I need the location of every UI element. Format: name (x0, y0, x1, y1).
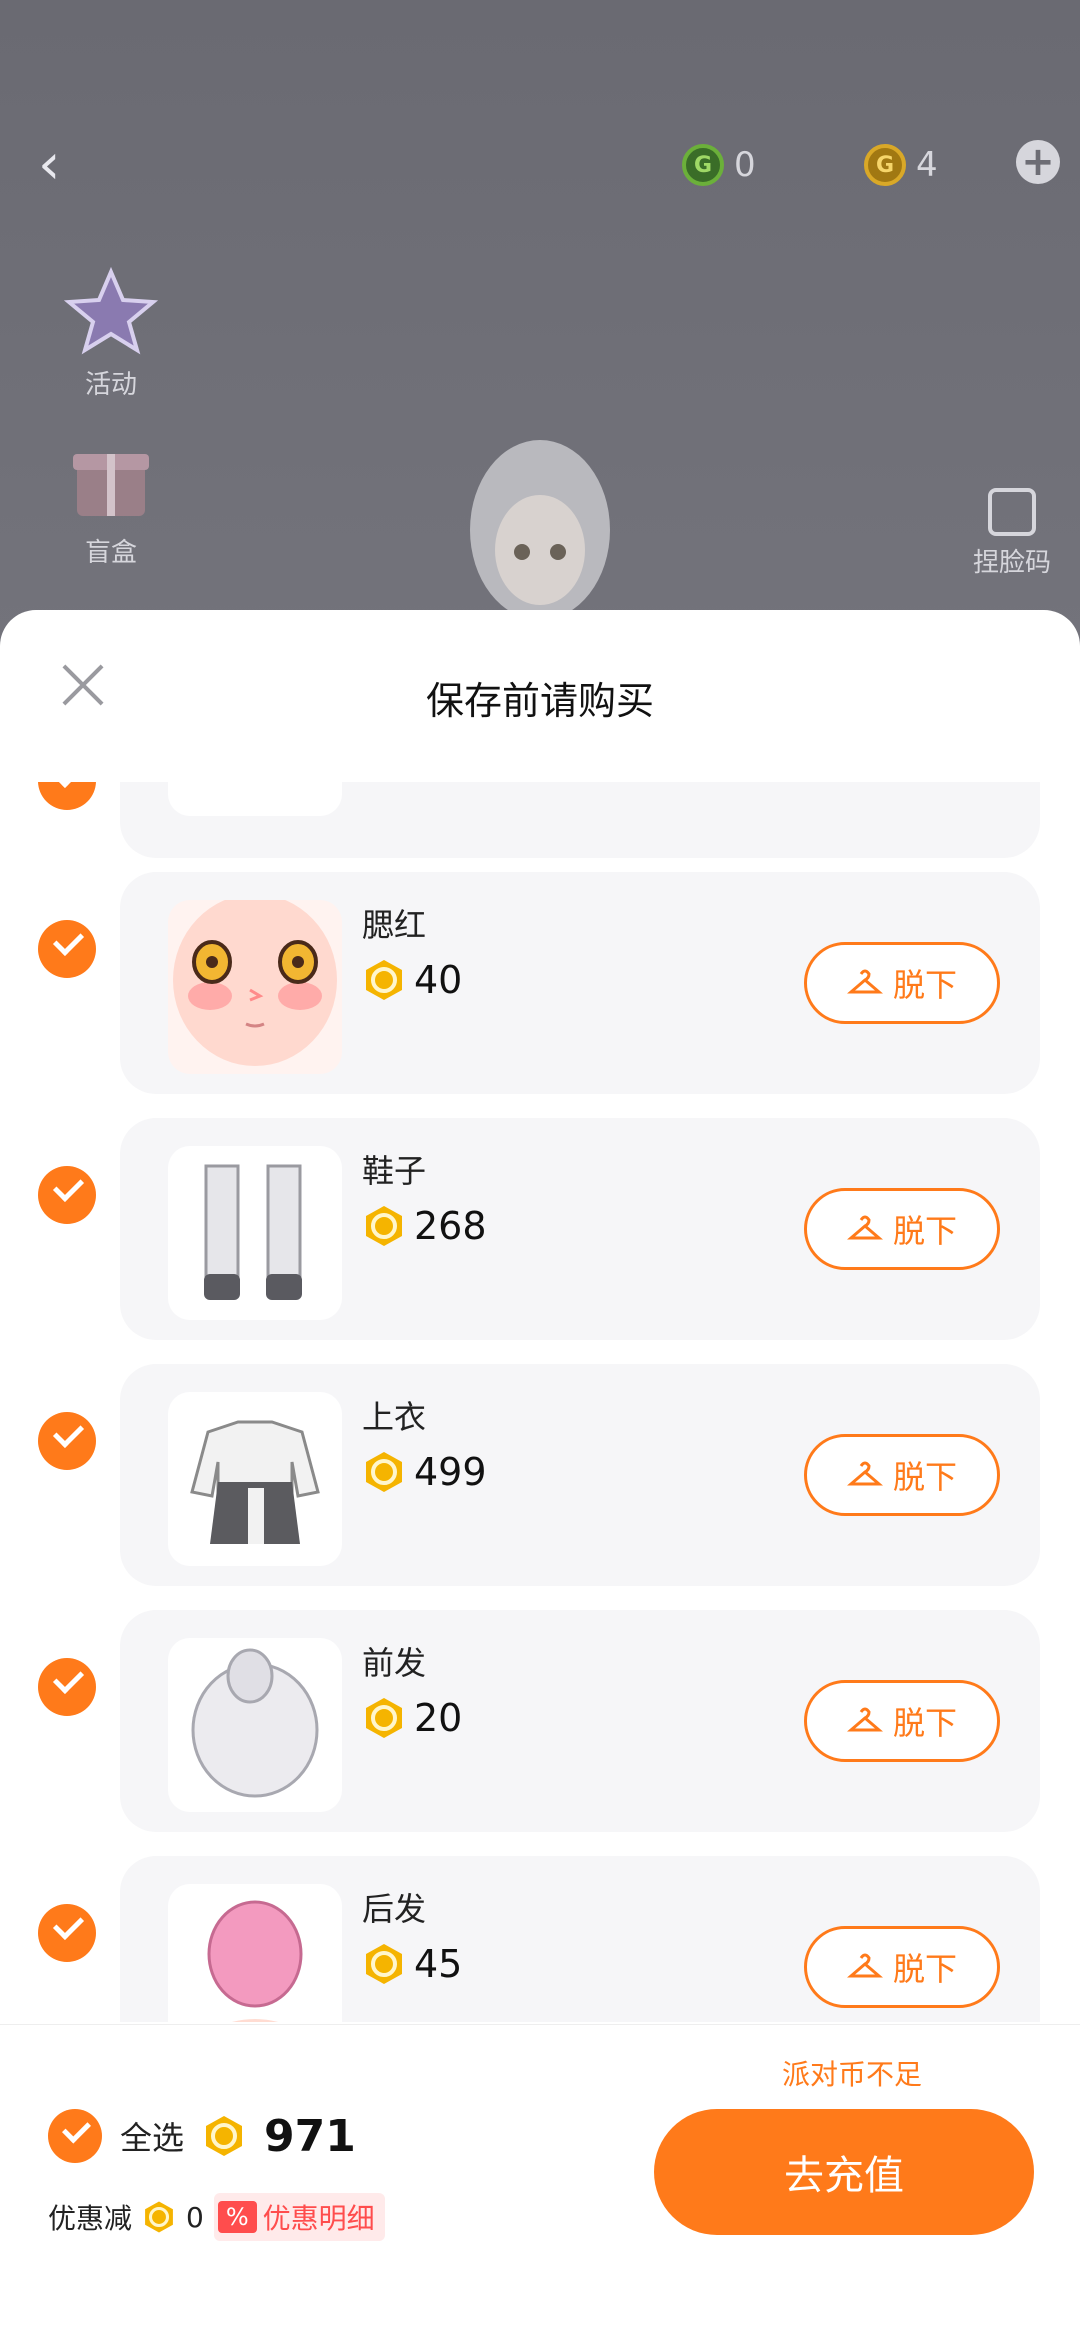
item-price-value: 40 (414, 958, 463, 1002)
sidebar-item-activity[interactable]: 活动 (56, 262, 166, 401)
green-coin-balance: G 0 (682, 140, 756, 190)
discount-label: 优惠减 (48, 2202, 133, 2235)
takeoff-label: 脱下 (892, 1212, 957, 1250)
recharge-button[interactable]: 去充值 (654, 2109, 1034, 2235)
checkout-footer: 派对币不足 全选 971 优惠减 0 % 优惠明细 去充值 (0, 2024, 1080, 2341)
green-coin-value: 0 (734, 145, 756, 185)
item-price: 45 (362, 1942, 462, 1986)
item-price: 499 (362, 1450, 487, 1494)
hanger-icon (846, 1215, 883, 1240)
checkbox-partial[interactable] (38, 782, 96, 810)
green-coin-icon: G (682, 144, 724, 186)
sidebar-item-label: 盲盒 (84, 538, 137, 568)
party-coin-icon (145, 2201, 173, 2233)
list-item-partial (120, 782, 1040, 858)
item-name: 前发 (362, 1644, 427, 1682)
list-item: 腮红 40 脱下 (120, 872, 1040, 1094)
item-price-value: 45 (414, 1942, 463, 1986)
item-price-value: 20 (414, 1696, 463, 1740)
item-thumbnail (168, 782, 342, 816)
item-checkbox[interactable] (38, 1166, 96, 1224)
item-price: 40 (362, 958, 462, 1002)
gold-coin-value: 4 (916, 145, 938, 185)
party-coin-icon (366, 1206, 402, 1246)
item-checkbox[interactable] (38, 1904, 96, 1962)
gold-coin-balance: G 4 (864, 140, 938, 190)
discount-detail-label: 优惠明细 (262, 2202, 375, 2235)
takeoff-label: 脱下 (892, 1704, 957, 1742)
item-price-value: 268 (414, 1204, 487, 1248)
discount-row: 优惠减 0 % 优惠明细 (48, 2193, 385, 2241)
item-name: 后发 (362, 1890, 427, 1928)
takeoff-label: 脱下 (892, 966, 957, 1004)
shoes-thumbnail (168, 1146, 342, 1320)
party-coin-icon (206, 2116, 243, 2156)
item-name: 鞋子 (362, 1152, 427, 1190)
face-code-label: 捏脸码 (972, 548, 1051, 578)
sheet-title: 保存前请购买 (425, 679, 654, 723)
item-price: 20 (362, 1696, 462, 1740)
item-price-value: 499 (414, 1450, 487, 1494)
hanger-icon (846, 1707, 883, 1732)
list-item: 前发 20 脱下 (120, 1610, 1040, 1832)
insufficient-notice: 派对币不足 (781, 2058, 922, 2091)
back-icon[interactable]: ‹ (38, 137, 78, 193)
item-price: 268 (362, 1204, 487, 1248)
gold-coin-icon: G (864, 144, 906, 186)
top-thumbnail (168, 1392, 342, 1566)
hanger-icon (846, 1461, 883, 1486)
select-all-label: 全选 (120, 2119, 185, 2157)
total-price: 971 (264, 2110, 356, 2162)
list-item: 鞋子 268 脱下 (120, 1118, 1040, 1340)
item-list[interactable]: 腮红 40 脱下 鞋子 268 脱下 上衣 499 脱下 前发 20 脱下 后发… (0, 782, 1080, 2022)
item-name: 上衣 (362, 1398, 427, 1436)
takeoff-button[interactable]: 脱下 (804, 1188, 1000, 1270)
discount-detail-link[interactable]: % 优惠明细 (213, 2193, 385, 2241)
hanger-icon (846, 969, 883, 994)
list-item: 后发 45 脱下 (120, 1856, 1040, 2022)
party-coin-icon (366, 960, 402, 1000)
list-item: 上衣 499 脱下 (120, 1364, 1040, 1586)
discount-value: 0 (186, 2200, 204, 2234)
front-hair-thumbnail (168, 1638, 342, 1812)
item-checkbox[interactable] (38, 1412, 96, 1470)
back-hair-thumbnail (168, 1884, 342, 2022)
add-coins-icon[interactable]: + (1016, 140, 1060, 184)
face-code-button[interactable]: 捏脸码 (964, 488, 1060, 579)
star-icon (63, 262, 159, 358)
edit-icon (988, 488, 1036, 536)
takeoff-button[interactable]: 脱下 (804, 942, 1000, 1024)
takeoff-label: 脱下 (892, 1458, 957, 1496)
party-coin-icon (366, 1944, 402, 1984)
takeoff-button[interactable]: 脱下 (804, 1926, 1000, 2008)
takeoff-label: 脱下 (892, 1950, 957, 1988)
gift-box-icon (63, 430, 159, 526)
percent-icon: % (217, 2201, 257, 2233)
item-checkbox[interactable] (38, 920, 96, 978)
avatar-character-image (460, 420, 620, 640)
takeoff-button[interactable]: 脱下 (804, 1680, 1000, 1762)
blush-thumbnail (168, 900, 342, 1074)
select-all-checkbox[interactable] (48, 2109, 102, 2163)
takeoff-button[interactable]: 脱下 (804, 1434, 1000, 1516)
item-checkbox[interactable] (38, 1658, 96, 1716)
hanger-icon (846, 1953, 883, 1978)
party-coin-icon (366, 1698, 402, 1738)
sidebar-item-blindbox[interactable]: 盲盒 (56, 430, 166, 569)
select-all[interactable]: 全选 971 (48, 2109, 356, 2163)
purchase-sheet: 保存前请购买 腮红 40 脱下 鞋子 268 脱下 上衣 499 脱下 前发 2… (0, 610, 1080, 2341)
party-coin-icon (366, 1452, 402, 1492)
item-name: 腮红 (362, 906, 427, 944)
sidebar-item-label: 活动 (84, 370, 137, 400)
avatar-scene: ‹ G 0 G 4 + 活动 盲盒 捏脸码 (0, 0, 1080, 640)
